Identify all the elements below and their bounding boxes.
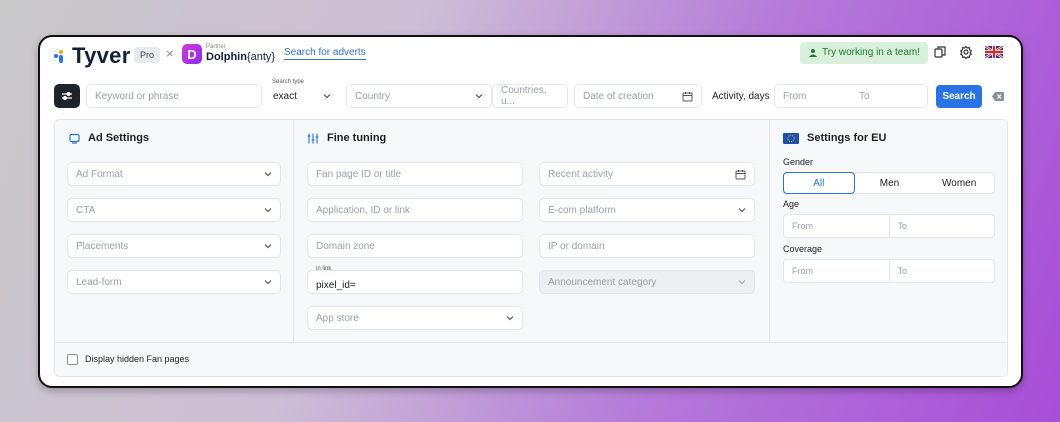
- user-icon: [809, 49, 817, 57]
- countries-placeholder: Countries, u...: [501, 85, 547, 107]
- date-placeholder: Date of creation: [583, 90, 654, 102]
- recent-activity-input[interactable]: Recent activity: [539, 162, 755, 186]
- search-type-select[interactable]: exact: [264, 84, 340, 108]
- chevron-down-icon: [264, 172, 272, 177]
- activity-range: From To: [774, 84, 928, 108]
- activity-from-input[interactable]: From: [775, 91, 851, 102]
- top-header: Tyver Pro × D Partner Dolphin{anty} Sear…: [40, 37, 1021, 71]
- coverage-to-input[interactable]: To: [888, 260, 995, 282]
- copy-icon[interactable]: [932, 44, 948, 60]
- eu-settings-heading: Settings for EU: [783, 132, 886, 144]
- placements-select[interactable]: Placements: [67, 234, 281, 258]
- partner-separator: ×: [166, 46, 174, 61]
- ecom-platform-select[interactable]: E-com platform: [539, 198, 755, 222]
- lead-form-select[interactable]: Lead-form: [67, 270, 281, 294]
- tyver-logo-mark: [54, 49, 68, 63]
- tuning-icon: [307, 133, 319, 143]
- chevron-down-icon: [264, 280, 272, 285]
- coverage-from-input[interactable]: From: [784, 260, 889, 282]
- eu-flag-icon: [783, 132, 799, 144]
- application-input[interactable]: Application, ID or link: [307, 198, 523, 222]
- keyword-input[interactable]: Keyword or phrase: [86, 84, 262, 108]
- partner-name: Dolphin{anty}: [206, 51, 276, 63]
- chevron-down-icon: [506, 316, 514, 321]
- plan-badge: Pro: [134, 47, 161, 63]
- country-placeholder: Country: [355, 90, 391, 102]
- chevron-down-icon: [323, 94, 331, 99]
- coverage-range: From To: [783, 259, 995, 283]
- chevron-down-icon: [738, 208, 746, 213]
- ad-settings-heading: Ad Settings: [69, 132, 149, 144]
- calendar-icon: [682, 92, 693, 102]
- chevron-down-icon: [264, 208, 272, 213]
- tyver-logo[interactable]: Tyver: [54, 43, 131, 69]
- dolphin-logo-icon: D: [182, 44, 202, 64]
- age-to-input[interactable]: To: [888, 215, 995, 237]
- age-range: From To: [783, 214, 995, 238]
- footer-divider: [55, 342, 1007, 343]
- chevron-down-icon: [475, 94, 483, 99]
- coverage-label: Coverage: [783, 244, 823, 254]
- in-link-label: in link: [316, 266, 332, 272]
- fine-tuning-heading: Fine tuning: [307, 132, 386, 144]
- filters-panel: Ad Settings Ad Format CTA Placements Lea…: [54, 119, 1008, 377]
- monitor-icon: [69, 133, 80, 144]
- gender-segmented-control: All Men Women: [783, 172, 995, 194]
- in-link-input[interactable]: in link pixel_id=: [307, 266, 523, 294]
- fan-page-input[interactable]: Fan page ID or title: [307, 162, 523, 186]
- gender-option-men[interactable]: Men: [855, 173, 925, 193]
- announcement-category-select: Announcement category: [539, 270, 755, 294]
- clear-filters-icon[interactable]: [992, 92, 1004, 101]
- column-divider: [293, 120, 294, 342]
- uk-flag-icon[interactable]: [984, 44, 1004, 60]
- activity-days-label: Activity, days: [712, 91, 770, 102]
- partner-label: Partner: [206, 44, 226, 50]
- column-divider: [769, 120, 770, 342]
- ip-domain-input[interactable]: IP or domain: [539, 234, 755, 258]
- search-button[interactable]: Search: [936, 85, 982, 108]
- app-window: Tyver Pro × D Partner Dolphin{anty} Sear…: [38, 35, 1023, 388]
- gear-icon[interactable]: [958, 44, 974, 60]
- calendar-icon: [735, 170, 746, 180]
- try-team-label: Try working in a team!: [822, 47, 920, 58]
- gender-label: Gender: [783, 157, 814, 167]
- nav-search-adverts[interactable]: Search for adverts: [284, 47, 366, 60]
- chevron-down-icon: [264, 244, 272, 249]
- age-from-input[interactable]: From: [784, 215, 889, 237]
- date-of-creation-input[interactable]: Date of creation: [574, 84, 702, 108]
- countries-select[interactable]: Countries, u...: [492, 84, 568, 108]
- age-label: Age: [783, 199, 800, 209]
- ad-format-select[interactable]: Ad Format: [67, 162, 281, 186]
- search-type-value: exact: [273, 90, 297, 102]
- sliders-icon: [62, 92, 72, 100]
- hidden-fan-pages-checkbox[interactable]: [67, 354, 78, 365]
- hidden-fan-pages-label[interactable]: Display hidden Fan pages: [85, 354, 189, 364]
- gender-option-women[interactable]: Women: [924, 173, 994, 193]
- app-store-select[interactable]: App store: [307, 306, 523, 330]
- chevron-down-icon: [738, 280, 746, 285]
- cta-select[interactable]: CTA: [67, 198, 281, 222]
- keyword-placeholder: Keyword or phrase: [95, 90, 179, 102]
- activity-to-input[interactable]: To: [851, 91, 927, 102]
- gender-option-all[interactable]: All: [783, 172, 855, 194]
- try-team-button[interactable]: Try working in a team!: [800, 42, 928, 64]
- brand-name: Tyver: [72, 43, 131, 68]
- filters-toggle-button[interactable]: [54, 84, 80, 108]
- country-select[interactable]: Country: [346, 84, 492, 108]
- domain-zone-input[interactable]: Domain zone: [307, 234, 523, 258]
- in-link-value: pixel_id=: [316, 279, 356, 291]
